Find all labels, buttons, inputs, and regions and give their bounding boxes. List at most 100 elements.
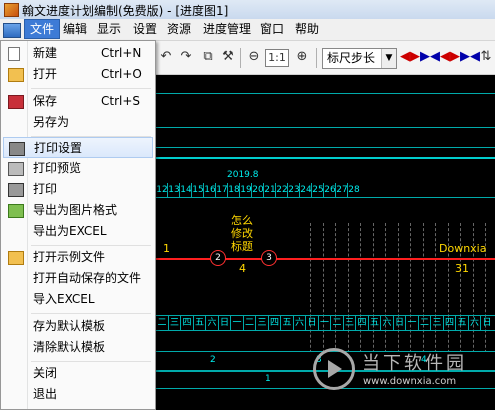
- tool-icon[interactable]: ⚒: [220, 49, 236, 65]
- zoom-in-icon[interactable]: ⊕: [294, 49, 310, 65]
- day-grid-line: [422, 223, 424, 363]
- menu-item-label: 打印预览: [33, 161, 82, 175]
- ruler-step-select[interactable]: 标尺步长 ▼: [322, 48, 397, 69]
- toolbar-separator: [240, 48, 241, 68]
- weekday-cell: 六: [467, 316, 481, 330]
- ruler-step-value: 标尺步长: [327, 51, 376, 65]
- left-fragment-label: 1: [163, 242, 170, 255]
- menu-item-label: 导出为EXCEL: [33, 224, 107, 238]
- window-title: 翰文进度计划编制(免费版) - [进度图1]: [22, 4, 229, 18]
- menu-item-shortcut: Ctrl+S: [101, 94, 141, 108]
- weekday-cell: 五: [192, 316, 206, 330]
- task-note-line1: 怎么: [231, 214, 253, 227]
- file-menu-dropdown: 新建 Ctrl+N 打开 Ctrl+O 保存 Ctrl+S 另存为 打印设置 打…: [0, 40, 156, 410]
- bottom-scale-label: 2: [210, 355, 216, 365]
- weekday-cell: 六: [292, 316, 306, 330]
- task-duration: 4: [239, 262, 246, 275]
- menu-item-export-image[interactable]: 导出为图片格式: [3, 200, 153, 221]
- menu-window[interactable]: 窗口: [255, 20, 289, 38]
- title-bar: 翰文进度计划编制(免费版) - [进度图1]: [0, 0, 495, 19]
- menu-item-save[interactable]: 保存 Ctrl+S: [3, 91, 153, 112]
- menu-progress-management[interactable]: 进度管理: [198, 20, 256, 38]
- weekday-cell: 五: [455, 316, 468, 330]
- weekday-cell: 一: [230, 316, 243, 330]
- menu-item-label: 导入EXCEL: [33, 292, 95, 306]
- day-grid-line: [360, 223, 361, 363]
- node-2[interactable]: 2: [210, 250, 226, 266]
- menu-file[interactable]: 文件: [24, 19, 61, 39]
- weekday-cell: 六: [380, 316, 393, 330]
- menu-item-label: 存为默认模板: [33, 319, 106, 333]
- menu-item-close[interactable]: 关闭: [3, 363, 153, 384]
- weekday-cell: 四: [355, 316, 368, 330]
- menu-item-label: 打开自动保存的文件: [33, 271, 142, 285]
- zoom-actual-button[interactable]: 1:1: [265, 49, 289, 67]
- menu-item-print[interactable]: 打印: [3, 179, 153, 200]
- menu-item-new[interactable]: 新建 Ctrl+N: [3, 43, 153, 64]
- menu-item-label: 打印设置: [34, 141, 83, 155]
- weekday-cell: 二: [417, 316, 431, 330]
- shift-left-icon[interactable]: ◀▶: [400, 49, 420, 65]
- weekday-cell: 二: [330, 316, 343, 330]
- collapse-icon[interactable]: ▶◀: [460, 49, 480, 65]
- month-label: 2019.8: [227, 170, 259, 180]
- save-icon: [8, 95, 24, 109]
- toolbar-separator: [316, 48, 317, 68]
- day-grid-line: [435, 223, 436, 363]
- weekday-cell: 六: [205, 316, 218, 330]
- menu-item-label: 另存为: [33, 115, 70, 129]
- arrows-icon[interactable]: ⇅: [478, 49, 494, 65]
- grid-line: [155, 93, 495, 94]
- weekday-cell: 四: [267, 316, 281, 330]
- menu-item-exit[interactable]: 退出: [3, 384, 153, 405]
- weekday-cell: 二: [242, 316, 256, 330]
- grid-divider: [155, 197, 495, 212]
- menu-resources[interactable]: 资源: [162, 20, 196, 38]
- menu-item-export-excel[interactable]: 导出为EXCEL: [3, 221, 153, 242]
- right-task-duration: 31: [455, 262, 469, 275]
- system-menu-icon[interactable]: [3, 23, 21, 38]
- expand-icon[interactable]: ◀▶: [440, 49, 460, 65]
- weekday-cell: 一: [405, 316, 418, 330]
- menu-item-import-excel[interactable]: 导入EXCEL: [3, 289, 153, 310]
- align-icon[interactable]: ▶◀: [420, 49, 440, 65]
- printer-icon: [8, 183, 24, 197]
- menu-item-open-sample[interactable]: 打开示例文件: [3, 247, 153, 268]
- weekday-cell: 三: [255, 316, 268, 330]
- menu-item-label: 关闭: [33, 366, 58, 380]
- undo-icon[interactable]: ↶: [158, 49, 174, 65]
- watermark-url: www.downxia.com: [363, 376, 457, 387]
- menu-item-save-default-template[interactable]: 存为默认模板: [3, 316, 153, 337]
- menu-item-save-as[interactable]: 另存为: [3, 112, 153, 133]
- app-icon: [4, 3, 19, 17]
- menu-help[interactable]: 帮助: [290, 20, 324, 38]
- day-grid-line: [347, 223, 349, 363]
- menu-item-open[interactable]: 打开 Ctrl+O: [3, 64, 153, 85]
- zoom-out-icon[interactable]: ⊖: [246, 49, 262, 65]
- menu-item-print-setup[interactable]: 打印设置: [3, 137, 153, 158]
- open-folder-icon: [8, 68, 24, 82]
- weekday-cell: 日: [305, 316, 318, 330]
- day-cell: 28: [347, 183, 360, 197]
- menu-item-clear-default-template[interactable]: 清除默认模板: [3, 337, 153, 358]
- menu-bar: 文件 编辑 显示 设置 资源 进度管理 窗口 帮助: [0, 19, 495, 41]
- export-image-icon: [8, 204, 24, 218]
- watermark-brand: 当下软件园: [362, 353, 467, 374]
- menu-item-open-autosave[interactable]: 打开自动保存的文件: [3, 268, 153, 289]
- menu-item-label: 清除默认模板: [33, 340, 106, 354]
- menu-edit[interactable]: 编辑: [58, 20, 92, 38]
- chevron-down-icon[interactable]: ▼: [381, 49, 396, 68]
- right-task-name: Downxia: [439, 242, 487, 255]
- day-grid-line: [372, 223, 374, 363]
- copy-icon[interactable]: ⧉: [200, 49, 216, 65]
- redo-icon[interactable]: ↷: [178, 49, 194, 65]
- menu-item-print-preview[interactable]: 打印预览: [3, 158, 153, 179]
- menu-settings[interactable]: 设置: [128, 20, 162, 38]
- menu-item-label: 新建: [33, 46, 58, 60]
- menu-item-label: 保存: [33, 94, 58, 108]
- play-logo-icon: [313, 348, 355, 390]
- task-note-line2: 修改: [231, 227, 253, 240]
- weekday-cell: 三: [342, 316, 356, 330]
- node-3[interactable]: 3: [261, 250, 277, 266]
- menu-view[interactable]: 显示: [92, 20, 126, 38]
